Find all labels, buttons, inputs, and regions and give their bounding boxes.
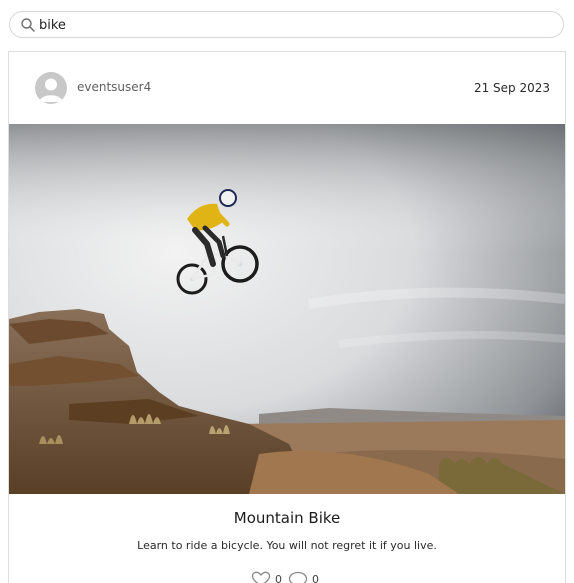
like-count: 0 [275, 572, 282, 583]
search-icon [21, 18, 35, 32]
search-bar[interactable] [9, 11, 564, 38]
post-date: 21 Sep 2023 [473, 81, 550, 95]
post-actions: 0 0 [251, 569, 325, 583]
avatar[interactable] [35, 72, 67, 104]
post-card[interactable]: eventsuser4 21 Sep 2023 Mountain Bike Le… [8, 51, 566, 583]
user-placeholder-icon [39, 78, 63, 102]
page: eventsuser4 21 Sep 2023 [0, 0, 574, 583]
author-name[interactable]: eventsuser4 [77, 80, 151, 94]
speech-bubble-icon[interactable] [288, 571, 308, 583]
post-title[interactable]: Mountain Bike [9, 509, 565, 527]
comment-count: 0 [312, 572, 319, 583]
heart-outline-icon[interactable] [251, 571, 271, 583]
post-image[interactable] [9, 124, 565, 494]
post-description: Learn to ride a bicycle. You will not re… [137, 539, 437, 552]
search-input[interactable] [39, 16, 539, 34]
